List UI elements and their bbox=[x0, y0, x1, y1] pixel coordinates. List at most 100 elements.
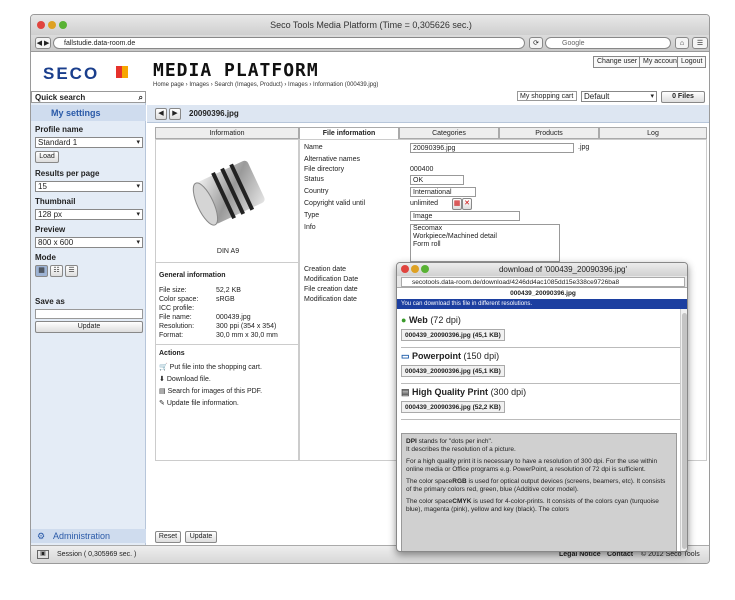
tab-file-information[interactable]: File information bbox=[299, 127, 399, 139]
address-bar[interactable]: fallstudie.data-room.de bbox=[53, 37, 525, 49]
save-as-input[interactable] bbox=[35, 309, 143, 319]
rss-icon[interactable]: ⟳ bbox=[529, 37, 543, 49]
window-titlebar: Seco Tools Media Platform (Time = 0,3056… bbox=[31, 15, 709, 35]
tab-information[interactable]: Information bbox=[155, 127, 299, 139]
country-label: Country bbox=[304, 188, 329, 195]
list-mode-icon[interactable]: ☷ bbox=[50, 265, 63, 277]
action-update[interactable]: ✎ Update file information. bbox=[159, 398, 262, 410]
bookmarks-icon[interactable]: ☰ bbox=[692, 37, 708, 49]
load-button[interactable]: Load bbox=[35, 151, 59, 163]
shopping-cart-button[interactable]: My shopping cart bbox=[517, 91, 577, 101]
resolution-dpi: (150 dpi) bbox=[463, 351, 500, 361]
status-select[interactable]: OK bbox=[410, 175, 464, 185]
action-label: Search for images of this PDF. bbox=[167, 388, 263, 395]
browser-toolbar: ◀ ▶ fallstudie.data-room.de ⟳ Google ⌂ ☰ bbox=[31, 35, 709, 52]
tab-products[interactable]: Products bbox=[499, 127, 599, 139]
quick-search-input[interactable]: Quick search ⌕ bbox=[31, 91, 146, 103]
next-file-button[interactable]: ▶ bbox=[169, 108, 181, 120]
clear-date-icon[interactable]: ✕ bbox=[462, 198, 472, 210]
profile-name-select[interactable]: Standard 1 bbox=[35, 137, 143, 148]
save-as-label: Save as bbox=[35, 297, 65, 306]
page-title: MEDIA PLATFORM bbox=[153, 60, 319, 81]
popup-close-icon[interactable] bbox=[401, 265, 409, 273]
prev-file-button[interactable]: ◀ bbox=[155, 108, 167, 120]
logout-button[interactable]: Logout bbox=[677, 56, 707, 68]
my-settings-label: My settings bbox=[51, 108, 101, 118]
info-bold: CMYK bbox=[452, 498, 472, 505]
web-resolution-title: ● Web (72 dpi) bbox=[401, 315, 461, 325]
cart-select[interactable]: Default bbox=[581, 91, 657, 102]
info-textarea[interactable]: Secomax Workpiece/Machined detail Form r… bbox=[410, 224, 560, 262]
popup-titlebar: download of '000439_20090396.jpg' bbox=[397, 263, 687, 276]
action-search-pdf[interactable]: ▤ Search for images of this PDF. bbox=[159, 386, 262, 398]
reset-button[interactable]: Reset bbox=[155, 531, 181, 543]
copyright-label: Copyright valid until bbox=[304, 200, 366, 207]
type-select[interactable]: Image bbox=[410, 211, 520, 221]
update-button[interactable]: Update bbox=[185, 531, 217, 543]
my-settings-header[interactable]: My settings bbox=[31, 105, 146, 121]
popup-minimize-icon[interactable] bbox=[411, 265, 419, 273]
back-forward-button[interactable]: ◀ ▶ bbox=[35, 37, 51, 49]
info-label: ICC profile: bbox=[159, 305, 195, 312]
info-paragraph: DPI stands for "dots per inch". It descri… bbox=[406, 438, 672, 454]
action-label: Put file into the shopping cart. bbox=[169, 364, 262, 371]
popup-zoom-icon[interactable] bbox=[421, 265, 429, 273]
cart-bar: My shopping cart Default 0 Files bbox=[517, 91, 707, 103]
action-label: Download file. bbox=[166, 376, 211, 383]
general-info-values: 52,2 KB sRGB 000439.jpg 300 ppi (354 x 3… bbox=[216, 286, 278, 340]
print-resolution-title: ▤ High Quality Print (300 dpi) bbox=[401, 387, 526, 398]
zoom-icon[interactable] bbox=[59, 21, 67, 29]
country-select[interactable]: International bbox=[410, 187, 476, 197]
popup-scrollbar[interactable] bbox=[680, 309, 687, 551]
compact-mode-icon[interactable]: ☰ bbox=[65, 265, 78, 277]
popup-address-bar: secotools.data-room.de/download/4246dd4a… bbox=[397, 276, 687, 288]
grid-mode-icon[interactable]: ▦ bbox=[35, 265, 48, 277]
info-value: 52,2 KB bbox=[216, 287, 241, 294]
info-value: 000439.jpg bbox=[216, 314, 251, 321]
administration-link[interactable]: ⚙ Administration bbox=[31, 529, 146, 543]
results-per-page-select[interactable]: 15 bbox=[35, 181, 143, 192]
browser-search-field[interactable]: Google bbox=[545, 37, 671, 49]
files-count-button[interactable]: 0 Files bbox=[661, 91, 705, 103]
info-bold: RGB bbox=[452, 478, 467, 485]
name-input[interactable]: 20090396.jpg bbox=[410, 143, 574, 153]
download-web-button[interactable]: 000439_20090396.jpg (45,1 KB) bbox=[401, 329, 505, 341]
resolution-name: Web bbox=[408, 315, 428, 325]
popup-url-field[interactable]: secotools.data-room.de/download/4246dd4a… bbox=[401, 277, 685, 287]
image-caption: DIN A9 bbox=[216, 248, 240, 255]
calendar-icon[interactable]: ▦ bbox=[452, 198, 462, 210]
download-print-button[interactable]: 000439_20090396.jpg (52,2 KB) bbox=[401, 401, 505, 413]
product-image[interactable] bbox=[181, 150, 277, 236]
search-icon[interactable]: ⌕ bbox=[139, 92, 143, 103]
tab-log[interactable]: Log bbox=[599, 127, 707, 139]
minimize-icon[interactable] bbox=[48, 21, 56, 29]
action-cart[interactable]: 🛒 Put file into the shopping cart. bbox=[159, 362, 262, 374]
download-powerpoint-button[interactable]: 000439_20090396.jpg (45,1 KB) bbox=[401, 365, 505, 377]
close-icon[interactable] bbox=[37, 21, 45, 29]
info-paragraph: For a high quality print it is necessary… bbox=[406, 458, 658, 473]
action-download[interactable]: ⬇ Download file. bbox=[159, 374, 262, 386]
popup-url: secotools.data-room.de/download/4246dd4a… bbox=[412, 279, 620, 286]
dpi-info-box: DPI stands for "dots per inch". It descri… bbox=[401, 433, 677, 551]
tab-categories[interactable]: Categories bbox=[399, 127, 499, 139]
alt-names-label: Alternative names bbox=[304, 156, 361, 163]
preview-select[interactable]: 800 x 600 bbox=[35, 237, 143, 248]
info-label: Color space: bbox=[159, 296, 199, 303]
update-settings-button[interactable]: Update bbox=[35, 321, 143, 333]
page-icon[interactable]: ▣ bbox=[37, 550, 49, 559]
file-creation-date-label: File creation date bbox=[304, 286, 358, 293]
preview-label: Preview bbox=[35, 225, 66, 234]
divider bbox=[401, 347, 681, 348]
administration-label: Administration bbox=[53, 531, 111, 541]
shopping-cart-label: My shopping cart bbox=[520, 93, 574, 100]
change-user-button[interactable]: Change user bbox=[593, 56, 642, 68]
copyright-value: unlimited bbox=[410, 200, 439, 207]
home-icon[interactable]: ⌂ bbox=[675, 37, 689, 49]
actions-title: Actions bbox=[159, 350, 185, 357]
scrollbar-thumb[interactable] bbox=[682, 313, 687, 549]
name-extension: .jpg bbox=[578, 144, 590, 151]
creation-date-label: Creation date bbox=[304, 266, 347, 273]
info-label: Resolution: bbox=[159, 323, 195, 330]
info-label: File name: bbox=[159, 314, 192, 321]
thumbnail-select[interactable]: 128 px bbox=[35, 209, 143, 220]
